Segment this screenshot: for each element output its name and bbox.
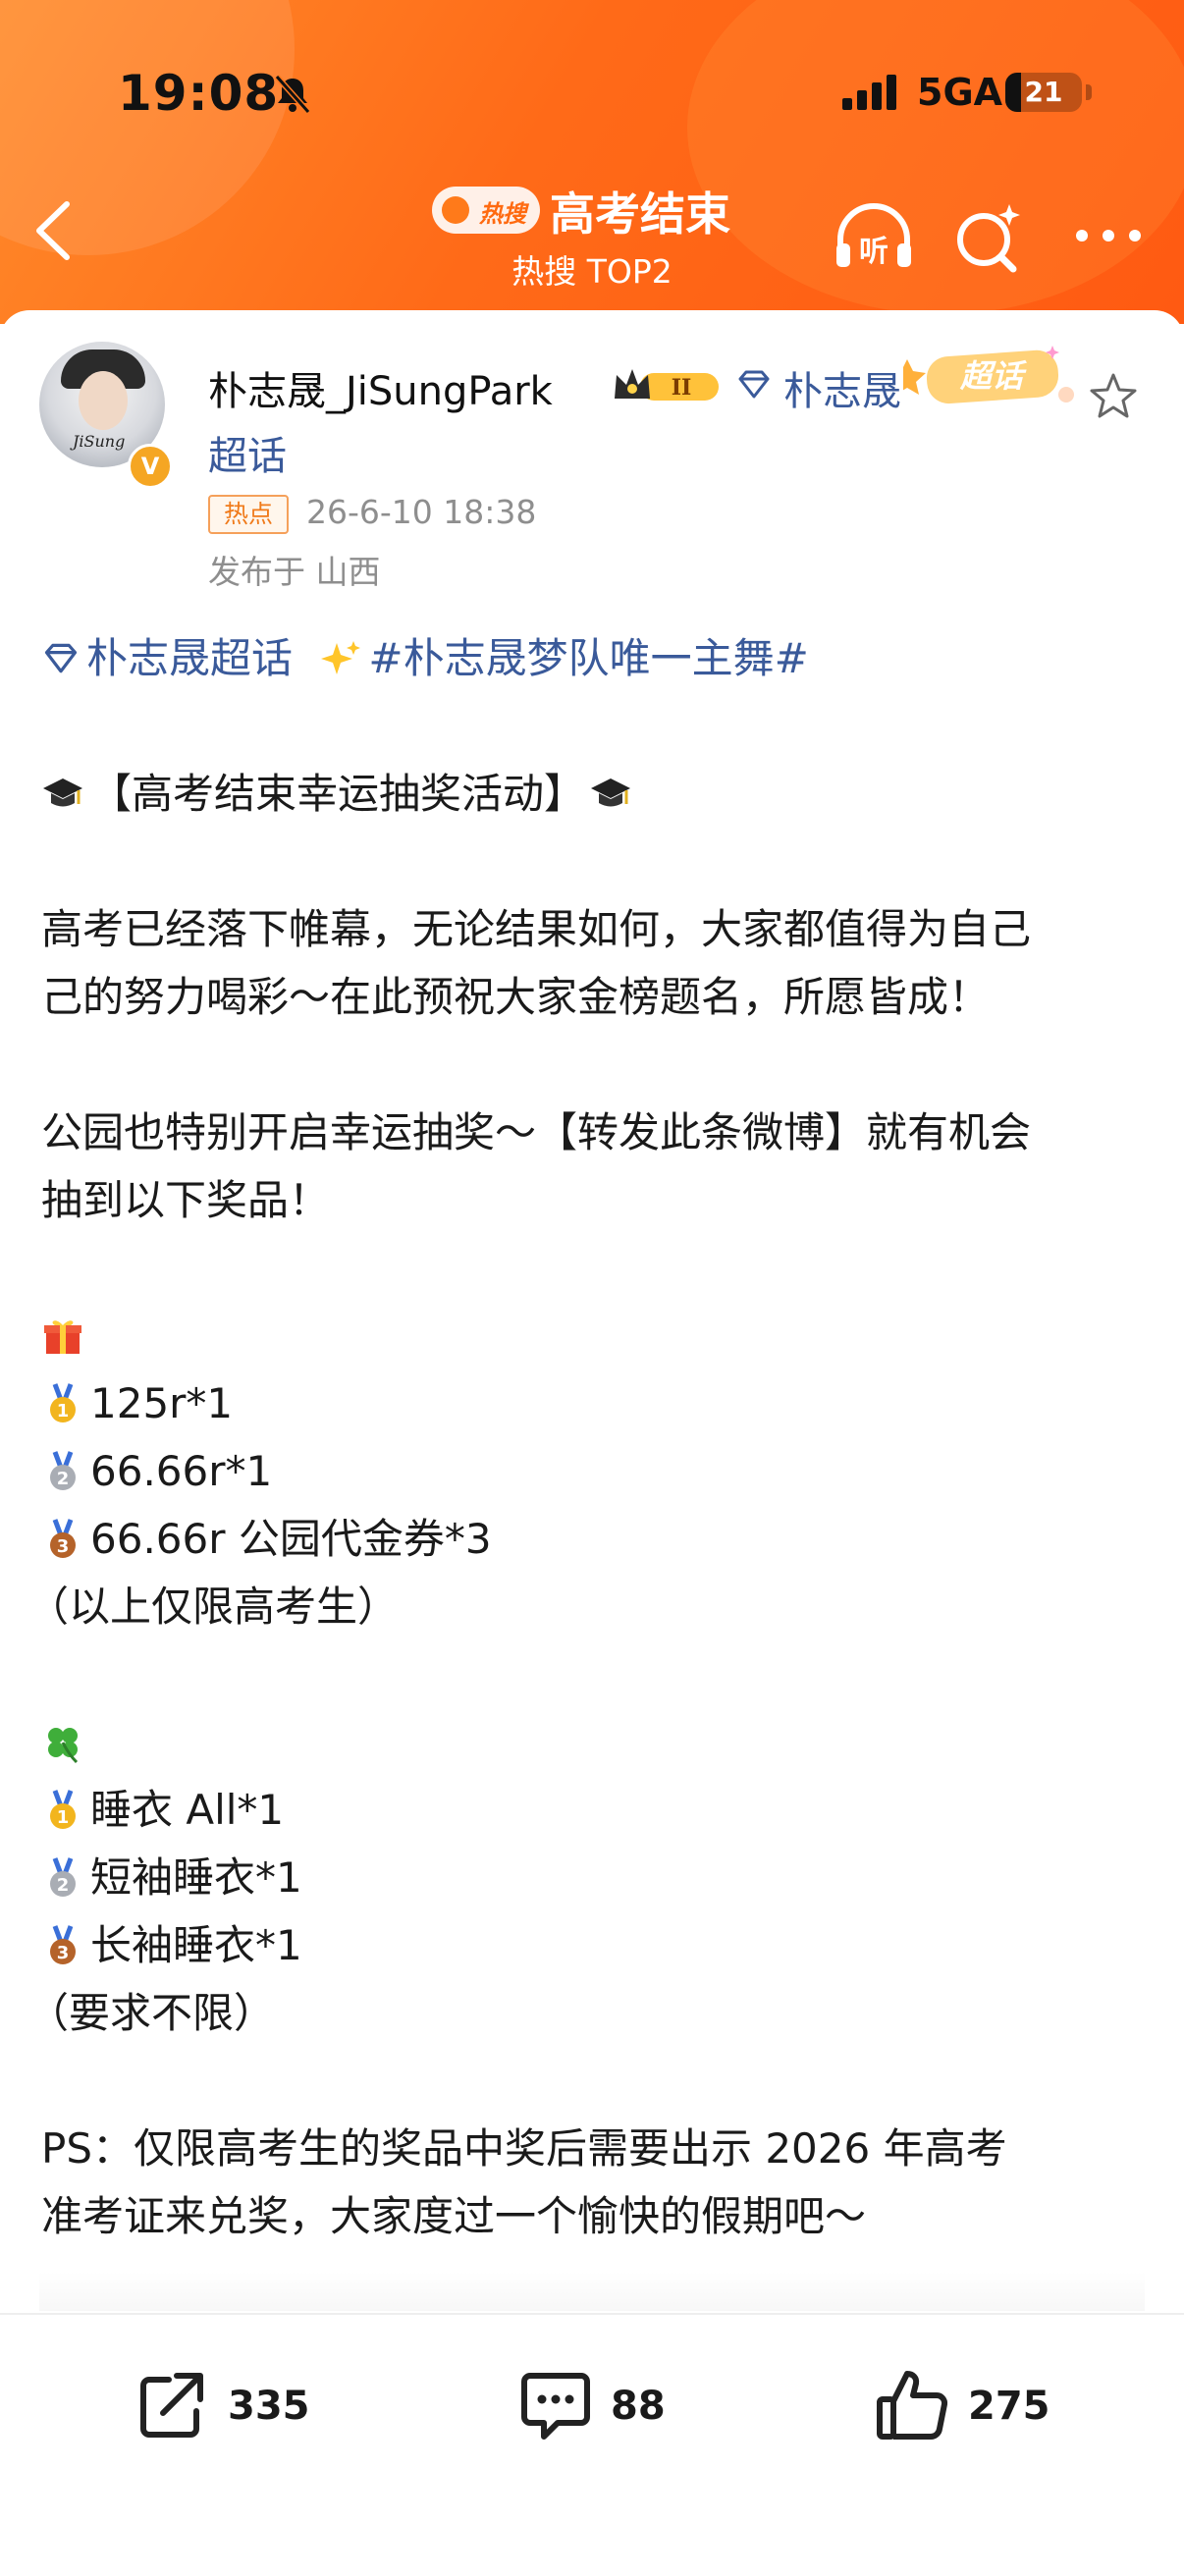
hot-search-badge: 热搜 (432, 187, 540, 234)
svg-text:II: II (672, 375, 692, 401)
svg-text:2: 2 (57, 1469, 70, 1489)
svg-text:1: 1 (57, 1401, 70, 1422)
ai-search-icon[interactable] (952, 200, 1025, 275)
body-text: 高考已经落下帷幕，无论结果如何，大家都值得为自己 (41, 905, 1032, 953)
svg-text:超话: 超话 (959, 357, 1027, 395)
search-icon (442, 196, 469, 224)
bronze-medal-icon: 3 (50, 1925, 76, 1964)
svg-text:2: 2 (57, 1875, 70, 1896)
body-text: 己的努力喝彩～在此预祝大家金榜题名，所愿皆成！ (41, 973, 991, 1021)
post-body: 朴志晟超话 #朴志晟梦队唯一主舞# 【高考结束幸运抽奖活动】 高考已经落下帷幕，… (27, 624, 1151, 2250)
thumbs-up-icon (877, 2371, 948, 2441)
network-type: 5GA (917, 71, 1003, 114)
gold-medal-icon: 1 (50, 1790, 76, 1829)
body-text: （以上仅限高考生） (27, 1583, 400, 1631)
body-text: PS：仅限高考生的奖品中奖后需要出示 2026 年高考 (41, 2124, 1007, 2173)
silver-medal-icon: 2 (50, 1451, 76, 1490)
post-location: 发布于 山西 (208, 553, 381, 591)
comment-count: 88 (611, 2384, 666, 2429)
gift-icon (44, 1320, 81, 1354)
battery-icon: 21 (1005, 73, 1092, 112)
prize-bronze: 3 长袖睡衣*1 (41, 1911, 1151, 1979)
listen-headphones-icon[interactable]: 听 (833, 200, 915, 275)
hashtag-link[interactable]: #朴志晟梦队唯一主舞# (368, 634, 808, 682)
clover-line (41, 1708, 1151, 1776)
chaohua-badge-icon: 超话 (903, 346, 1074, 404)
body-text: （要求不限） (27, 1989, 276, 2037)
graduation-cap-icon (591, 778, 631, 807)
supertopic-inline-link[interactable]: 朴志晟超话 (86, 634, 293, 682)
diamond-icon (738, 370, 770, 399)
svg-text:听: 听 (859, 235, 888, 269)
prize-silver: 2 短袖睡衣*1 (41, 1844, 1151, 1911)
hot-search-header: 19:08 5GA 21 热搜 高考结束 热搜 TOP2 听 (0, 0, 1184, 324)
body-line-topics: 朴志晟超话 #朴志晟梦队唯一主舞# (41, 624, 1151, 692)
bronze-medal-icon: 3 (50, 1519, 76, 1558)
status-bar: 19:08 5GA 21 (0, 59, 1184, 128)
repost-count: 335 (228, 2384, 310, 2429)
svg-text:1: 1 (57, 1807, 70, 1828)
action-bar: 335 88 275 (0, 2272, 1184, 2576)
body-text: 准考证来兑奖，大家度过一个愉快的假期吧～ (41, 2192, 867, 2240)
page-title: 高考结束 (550, 188, 730, 241)
avatar-signature: JiSung (73, 432, 126, 451)
prize-gold: 1 睡衣 All*1 (41, 1776, 1151, 1844)
silver-medal-icon: 2 (50, 1857, 76, 1897)
post-timestamp: 26-6-10 18:38 (306, 493, 537, 531)
signal-icon (842, 75, 896, 110)
graduation-cap-icon (43, 778, 82, 807)
supertopic-link-continued[interactable]: 超话 (208, 424, 287, 481)
muted-bell-icon (274, 75, 311, 114)
favorite-star-icon[interactable] (1088, 371, 1139, 422)
diamond-icon (44, 643, 78, 673)
crown-level-badge-icon: II (615, 369, 719, 401)
prize-bronze: 3 66.66r 公园代金券*3 (41, 1505, 1151, 1573)
four-leaf-clover-icon (48, 1728, 79, 1764)
like-count: 275 (968, 2384, 1050, 2429)
body-text: 抽到以下奖品！ (41, 1176, 331, 1224)
status-time: 19:08 (118, 65, 280, 122)
gift-line (41, 1302, 1151, 1369)
repost-share-icon (140, 2373, 203, 2438)
sparkles-icon (321, 641, 361, 674)
battery-level: 21 (1024, 76, 1063, 108)
prize-gold: 1 125r*1 (41, 1369, 1151, 1437)
verified-badge-icon: V (128, 444, 173, 489)
username[interactable]: 朴志晟_JiSungPark (208, 359, 553, 416)
hot-tag: 热点 (208, 495, 289, 534)
body-line-title: 【高考结束幸运抽奖活动】 (41, 760, 1151, 828)
svg-text:3: 3 (57, 1536, 70, 1557)
prize-silver: 2 66.66r*1 (41, 1437, 1151, 1505)
comment-bubble-icon (521, 2373, 590, 2440)
supertopic-link[interactable]: 朴志晟 (783, 359, 901, 416)
gold-medal-icon: 1 (50, 1383, 76, 1422)
svg-text:3: 3 (57, 1943, 70, 1963)
body-text: 公园也特别开启幸运抽奖～【转发此条微博】就有机会 (41, 1108, 1032, 1156)
more-options-icon[interactable] (1074, 226, 1143, 245)
